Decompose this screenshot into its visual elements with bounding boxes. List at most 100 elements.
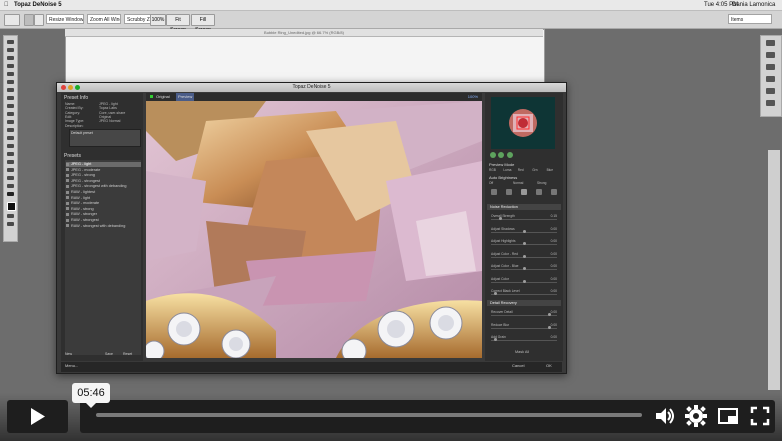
brush-tool-icon[interactable] bbox=[7, 96, 14, 100]
slider-knob[interactable] bbox=[522, 279, 526, 283]
radio-option[interactable]: RGB bbox=[489, 168, 496, 172]
eyedropper-tool-icon[interactable] bbox=[7, 80, 14, 84]
picture-in-picture-icon[interactable] bbox=[717, 405, 739, 427]
quick-mask-icon[interactable] bbox=[7, 214, 14, 218]
slider-value[interactable]: 0.15 bbox=[551, 214, 557, 218]
zoom-out-icon[interactable] bbox=[34, 14, 44, 26]
slider-knob[interactable] bbox=[522, 267, 526, 270]
slider-knob[interactable] bbox=[522, 254, 526, 258]
slider-value[interactable]: 0.00 bbox=[551, 323, 557, 327]
slider-value[interactable]: 0.00 bbox=[551, 277, 557, 281]
slider-value[interactable]: 0.00 bbox=[551, 310, 557, 314]
slider-value[interactable]: 0.00 bbox=[551, 289, 557, 293]
slider-value[interactable]: 0.00 bbox=[551, 264, 557, 268]
noise-reduction-header[interactable]: Noise Reduction bbox=[487, 204, 561, 210]
zoom-level[interactable]: 100% bbox=[468, 93, 478, 101]
slider-value[interactable]: 0.00 bbox=[551, 239, 557, 243]
zoom-tool-icon[interactable] bbox=[4, 14, 20, 26]
lasso-tool-icon[interactable] bbox=[7, 56, 14, 60]
screen-mode-icon[interactable] bbox=[7, 222, 14, 226]
minimize-window-icon[interactable] bbox=[68, 85, 73, 90]
adjustments-panel-icon[interactable] bbox=[766, 64, 775, 70]
fill-screen-button[interactable]: Fill Screen bbox=[191, 14, 215, 33]
hand-tool-icon[interactable] bbox=[7, 184, 14, 188]
preset-item[interactable]: RAW - stronger bbox=[66, 212, 141, 217]
preset-item[interactable]: JPEG - strong bbox=[66, 173, 141, 178]
preset-item[interactable]: JPEG - strongest with debanding bbox=[66, 184, 141, 189]
radio-option[interactable]: Normal bbox=[513, 181, 523, 185]
preset-item[interactable]: JPEG - light bbox=[66, 162, 141, 167]
preset-item[interactable]: JPEG - strongest bbox=[66, 179, 141, 184]
cancel-button[interactable]: Cancel bbox=[512, 363, 524, 368]
navigator-thumbnail[interactable] bbox=[491, 97, 555, 149]
eraser-tool-icon[interactable] bbox=[7, 120, 14, 124]
document-tab[interactable]: Bubble Ring_Unedited.jpg @ 66.7% (RGB/8) bbox=[65, 29, 543, 37]
preset-item[interactable]: RAW - strongest with debanding bbox=[66, 224, 141, 229]
type-tool-icon[interactable] bbox=[7, 160, 14, 164]
slider-value[interactable]: 0.00 bbox=[551, 227, 557, 231]
detail-recovery-header[interactable]: Detail Recovery bbox=[487, 300, 561, 306]
radio-option[interactable]: Off bbox=[489, 181, 493, 185]
radio-option[interactable]: Blue bbox=[547, 168, 553, 172]
slider-knob[interactable] bbox=[522, 242, 526, 245]
resize-windows-checkbox[interactable]: Resize Windows to Fit bbox=[46, 14, 84, 24]
workspace-switcher[interactable]: Items bbox=[728, 14, 772, 24]
shape-tool-icon[interactable] bbox=[7, 176, 14, 180]
radio-option[interactable]: Luma bbox=[503, 168, 511, 172]
channels-panel-icon[interactable] bbox=[766, 88, 775, 94]
paths-panel-icon[interactable] bbox=[766, 100, 775, 106]
crop-icon[interactable] bbox=[491, 189, 497, 195]
preset-item[interactable]: RAW - light bbox=[66, 196, 141, 201]
progress-track[interactable] bbox=[96, 413, 642, 417]
history-brush-icon[interactable] bbox=[7, 112, 14, 116]
preset-item[interactable]: RAW - strong bbox=[66, 207, 141, 212]
scrubby-zoom-checkbox[interactable]: Scrubby Zoom bbox=[124, 14, 152, 24]
reset-button[interactable]: Reset bbox=[123, 352, 132, 356]
preset-item[interactable]: RAW - strongest bbox=[66, 218, 141, 223]
preset-item[interactable]: RAW - moderate bbox=[66, 201, 141, 206]
close-window-icon[interactable] bbox=[61, 85, 66, 90]
fullscreen-icon[interactable] bbox=[749, 405, 771, 427]
properties-panel-icon[interactable] bbox=[766, 52, 775, 58]
fit-screen-button[interactable]: Fit Screen bbox=[166, 14, 190, 33]
volume-icon[interactable] bbox=[653, 405, 675, 427]
zoom-in-icon[interactable] bbox=[24, 14, 34, 26]
zoom-all-checkbox[interactable]: Zoom All Windows bbox=[87, 14, 121, 24]
move-tool-icon[interactable] bbox=[7, 40, 14, 44]
preset-item[interactable]: JPEG - moderate bbox=[66, 168, 141, 173]
pen-tool-icon[interactable] bbox=[7, 152, 14, 156]
new-preset-button[interactable]: New bbox=[65, 352, 72, 356]
preset-item[interactable]: RAW - lightest bbox=[66, 190, 141, 195]
radio-option[interactable]: Strong bbox=[537, 181, 546, 185]
clone-tool-icon[interactable] bbox=[7, 104, 14, 108]
quick-select-tool-icon[interactable] bbox=[7, 64, 14, 68]
snapshot-icon[interactable] bbox=[521, 189, 527, 195]
crop-tool-icon[interactable] bbox=[7, 72, 14, 76]
zoom-in-icon[interactable] bbox=[498, 152, 504, 158]
play-button[interactable] bbox=[7, 400, 68, 433]
slider-knob[interactable] bbox=[547, 313, 551, 316]
slider-value[interactable]: 0.00 bbox=[551, 252, 557, 256]
zoom-window-icon[interactable] bbox=[75, 85, 80, 90]
rotate-icon[interactable] bbox=[506, 189, 512, 195]
tab-original[interactable]: Original bbox=[156, 93, 170, 101]
foreground-color-icon[interactable] bbox=[7, 202, 16, 211]
radio-option[interactable]: Grn bbox=[532, 168, 537, 172]
zoom-tool-icon[interactable] bbox=[7, 192, 14, 196]
healing-tool-icon[interactable] bbox=[7, 88, 14, 92]
ok-button[interactable]: OK bbox=[546, 363, 552, 368]
slider-track[interactable] bbox=[491, 315, 557, 316]
settings-gear-icon[interactable] bbox=[685, 405, 707, 427]
apple-icon[interactable]:  bbox=[4, 1, 9, 9]
layers-panel-icon[interactable] bbox=[766, 76, 775, 82]
tab-preview[interactable]: Preview bbox=[176, 93, 195, 101]
compare-icon[interactable] bbox=[536, 189, 542, 195]
zoom-out-icon[interactable] bbox=[490, 152, 496, 158]
menu-user[interactable]: Dania Lamonica bbox=[732, 1, 775, 9]
slider-track[interactable] bbox=[491, 294, 557, 295]
gradient-tool-icon[interactable] bbox=[7, 128, 14, 132]
zoom-fit-icon[interactable] bbox=[507, 152, 513, 158]
radio-option[interactable]: Red bbox=[518, 168, 524, 172]
zoom-100-button[interactable]: 100% bbox=[150, 14, 166, 26]
mask-all-label[interactable]: Mask All bbox=[515, 350, 529, 354]
